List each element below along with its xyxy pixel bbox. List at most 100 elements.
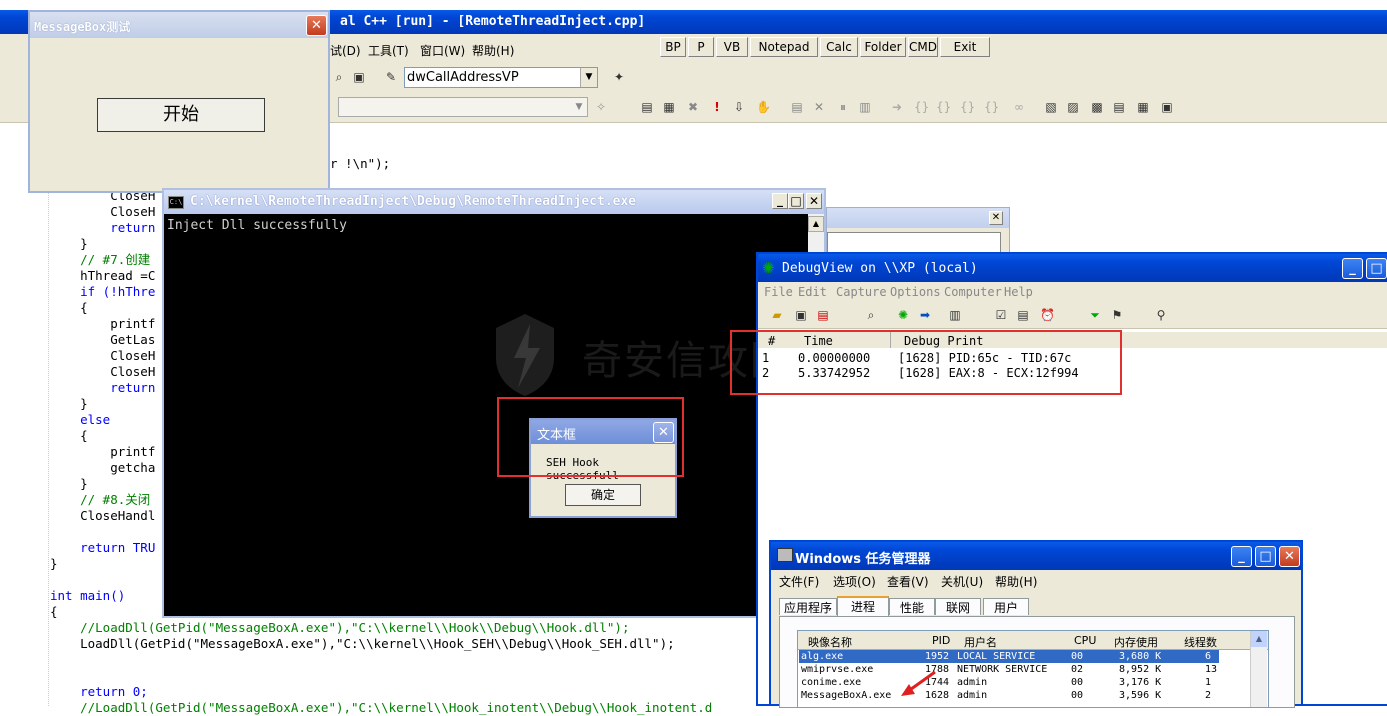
clock-time-icon[interactable]: ☑: [994, 308, 1008, 322]
tab-users[interactable]: 用户: [983, 598, 1029, 615]
quick-watch-icon[interactable]: ∞: [1012, 100, 1026, 114]
call-stack-icon[interactable]: ▦: [1136, 100, 1150, 114]
watch-window-icon[interactable]: ▧: [1044, 100, 1058, 114]
breakpoint-hand-icon[interactable]: ✋: [756, 100, 771, 114]
step-into-icon[interactable]: {}: [914, 100, 929, 114]
code-line: return TRU: [50, 540, 156, 555]
col-cpu[interactable]: CPU: [1074, 634, 1096, 647]
quick-vb-button[interactable]: VB: [716, 37, 748, 57]
show-next-icon[interactable]: ➜: [890, 100, 904, 114]
filter-icon[interactable]: ⏷: [1088, 308, 1102, 322]
menu-file[interactable]: 文件(F): [779, 573, 819, 590]
menu-options[interactable]: 选项(O): [833, 573, 876, 590]
col-threads[interactable]: 线程数: [1184, 634, 1217, 650]
tab-networking[interactable]: 联网: [935, 598, 981, 615]
clear-icon[interactable]: ▤: [816, 308, 830, 322]
menu-computer[interactable]: Computer: [944, 285, 1002, 299]
break-icon[interactable]: ⏸: [836, 100, 850, 114]
clock-icon[interactable]: ⏰: [1040, 308, 1055, 322]
highlight-icon[interactable]: ⚑: [1110, 308, 1124, 322]
execute-icon[interactable]: !: [710, 100, 724, 114]
quick-notepad-button[interactable]: Notepad: [750, 37, 818, 57]
menu-shutdown[interactable]: 关机(U): [941, 573, 983, 590]
start-button[interactable]: 开始: [97, 98, 265, 132]
arrow-right-icon[interactable]: ➡: [918, 308, 932, 322]
variables-window-icon[interactable]: ▨: [1066, 100, 1080, 114]
scroll-up-icon[interactable]: ▲: [1251, 631, 1267, 647]
step-over-icon[interactable]: {}: [936, 100, 951, 114]
build-icon[interactable]: ▦: [662, 100, 676, 114]
table-row[interactable]: alg.exe 1952 LOCAL SERVICE 00 3,680 K 6: [799, 650, 1219, 663]
minimize-icon[interactable]: _: [1231, 546, 1252, 567]
quick-cmd-button[interactable]: CMD: [908, 37, 938, 57]
config-combo[interactable]: ▼: [338, 97, 588, 117]
menu-help[interactable]: 帮助(H): [472, 42, 514, 59]
col-image-name[interactable]: 映像名称: [808, 634, 852, 650]
show-milliseconds-icon[interactable]: ▤: [1016, 308, 1030, 322]
capture-icon[interactable]: ✺: [896, 308, 910, 322]
wizard-bar-icon[interactable]: ✦: [612, 70, 626, 84]
function-combo[interactable]: dwCallAddressVP ▼: [404, 67, 598, 88]
run-to-cursor-icon[interactable]: {}: [984, 100, 999, 114]
tab-processes[interactable]: 进程: [837, 596, 889, 618]
registers-window-icon[interactable]: ▩: [1090, 100, 1104, 114]
find-in-files-icon[interactable]: ⌕: [332, 70, 346, 84]
chevron-down-icon[interactable]: ▼: [580, 68, 597, 87]
compile-icon[interactable]: ▤: [640, 100, 654, 114]
close-icon[interactable]: ✕: [989, 211, 1003, 225]
menu-file[interactable]: File: [764, 285, 793, 299]
quick-exit-button[interactable]: Exit: [940, 37, 990, 57]
code-line: {: [50, 300, 88, 315]
step-out-icon[interactable]: {}: [960, 100, 975, 114]
console-window: C:\ C:\kernel\RemoteThreadInject\Debug\R…: [162, 188, 826, 618]
capture-kernel-icon[interactable]: ▥: [948, 308, 962, 322]
save-icon[interactable]: ▣: [794, 308, 808, 322]
apply-changes-icon[interactable]: ▥: [858, 100, 872, 114]
quick-p-button[interactable]: P: [688, 37, 714, 57]
col-pid[interactable]: PID: [932, 634, 950, 647]
menu-edit[interactable]: Edit: [798, 285, 827, 299]
close-icon[interactable]: ✕: [806, 193, 822, 209]
col-username[interactable]: 用户名: [964, 634, 997, 650]
class-wizard-icon[interactable]: ✎: [384, 70, 398, 84]
menu-tools[interactable]: 工具(T): [368, 42, 409, 59]
minimize-icon[interactable]: _: [772, 193, 788, 209]
debug-restart-icon[interactable]: ▤: [790, 100, 804, 114]
open-icon[interactable]: ▰: [770, 308, 784, 322]
maximize-icon[interactable]: □: [1255, 546, 1276, 567]
tab-applications[interactable]: 应用程序: [779, 598, 837, 615]
close-icon[interactable]: ✕: [306, 15, 327, 36]
stop-build-icon[interactable]: ✖: [686, 100, 700, 114]
menu-help[interactable]: 帮助(H): [995, 573, 1037, 590]
magic-wand-icon[interactable]: ✧: [594, 100, 608, 114]
table-row[interactable]: MessageBoxA.exe 1628 admin 00 3,596 K2: [799, 689, 1219, 702]
maximize-icon[interactable]: □: [1366, 258, 1387, 279]
go-icon[interactable]: ⇩: [732, 100, 746, 114]
quick-folder-button[interactable]: Folder: [860, 37, 906, 57]
scroll-up-icon[interactable]: ▲: [808, 216, 824, 232]
process-scrollbar[interactable]: ▲: [1250, 631, 1267, 707]
minimize-icon[interactable]: _: [1342, 258, 1363, 279]
col-memory[interactable]: 内存使用: [1114, 634, 1158, 650]
chevron-down-icon[interactable]: ▼: [571, 98, 587, 116]
memory-window-icon[interactable]: ▤: [1112, 100, 1126, 114]
menu-capture[interactable]: Capture: [836, 285, 887, 299]
quick-bp-button[interactable]: BP: [660, 37, 686, 57]
window-list-icon[interactable]: ▣: [352, 70, 366, 84]
disassembly-icon[interactable]: ▣: [1160, 100, 1174, 114]
quick-calc-button[interactable]: Calc: [820, 37, 858, 57]
menu-view[interactable]: 查看(V): [887, 573, 929, 590]
binoculars-icon[interactable]: ⚲: [1154, 308, 1168, 322]
table-row[interactable]: conime.exe 1744 admin 00 3,176 K1: [799, 676, 1219, 689]
debug-stop-icon[interactable]: ✕: [812, 100, 826, 114]
menu-window[interactable]: 窗口(W): [420, 42, 465, 59]
close-icon[interactable]: ✕: [1279, 546, 1300, 567]
menu-debug[interactable]: 试(D): [330, 42, 361, 59]
menu-options[interactable]: Options: [890, 285, 941, 299]
maximize-icon[interactable]: □: [788, 193, 804, 209]
menu-help[interactable]: Help: [1004, 285, 1033, 299]
tab-performance[interactable]: 性能: [889, 598, 935, 615]
find-icon[interactable]: ⌕: [864, 308, 878, 322]
table-row[interactable]: wmiprvse.exe 1788 NETWORK SERVICE 02 8,952 K…: [799, 663, 1219, 676]
ok-button[interactable]: 确定: [565, 484, 641, 506]
